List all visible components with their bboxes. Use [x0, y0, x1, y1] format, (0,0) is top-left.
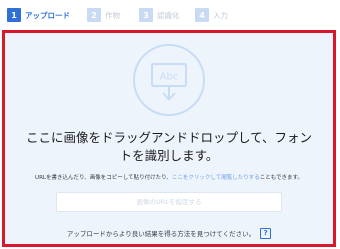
step-input[interactable]: 4 入力	[195, 7, 228, 23]
step-recognize[interactable]: 3 認識化	[139, 7, 180, 23]
step-upload[interactable]: 1 アップロード	[7, 7, 70, 23]
headline-line-1: ここに画像をドラッグアンドドロップして、フォン	[25, 130, 312, 145]
help-icon[interactable]: ?	[260, 227, 272, 239]
upload-page: 1 アップロード 2 作物 3 認識化 4 入力 Abc ここに画像をドラッグア…	[0, 0, 340, 249]
step-number: 1	[7, 8, 21, 22]
description-text: URLを書き込んだり、画像をコピーして貼り付けたり、	[35, 175, 172, 181]
icon-abc-text: Abc	[160, 72, 179, 83]
browse-link[interactable]: ここをクリックして閲覧したりする	[172, 175, 260, 181]
step-crop[interactable]: 2 作物	[87, 7, 120, 23]
abc-image-download-icon: Abc	[133, 44, 205, 116]
step-label: アップロード	[25, 10, 70, 20]
step-number: 4	[195, 8, 209, 22]
drop-zone-headline: ここに画像をドラッグアンドドロップして、フォン トを識別します。	[11, 129, 327, 165]
step-label: 入力	[213, 10, 228, 20]
image-url-button[interactable]: 画像のURLを指定する	[56, 192, 282, 212]
drop-zone-description: URLを書き込んだり、画像をコピーして貼り付けたり、ここをクリックして閲覧したり…	[9, 173, 329, 181]
description-text-end: こともできます。	[259, 175, 303, 181]
image-drop-zone[interactable]: Abc ここに画像をドラッグアンドドロップして、フォン トを識別します。 URL…	[2, 30, 336, 247]
hint-row: アップロードからより良い結果を得る方法を見つけてください。 ?	[5, 227, 333, 239]
step-indicator: 1 アップロード 2 作物 3 認識化 4 入力	[0, 0, 340, 30]
step-label: 作物	[105, 10, 120, 20]
better-results-hint[interactable]: アップロードからより良い結果を得る方法を見つけてください。	[67, 228, 255, 238]
step-number: 2	[87, 8, 101, 22]
step-label: 認識化	[157, 10, 180, 20]
step-number: 3	[139, 8, 153, 22]
headline-line-2: トを識別します。	[119, 148, 219, 163]
